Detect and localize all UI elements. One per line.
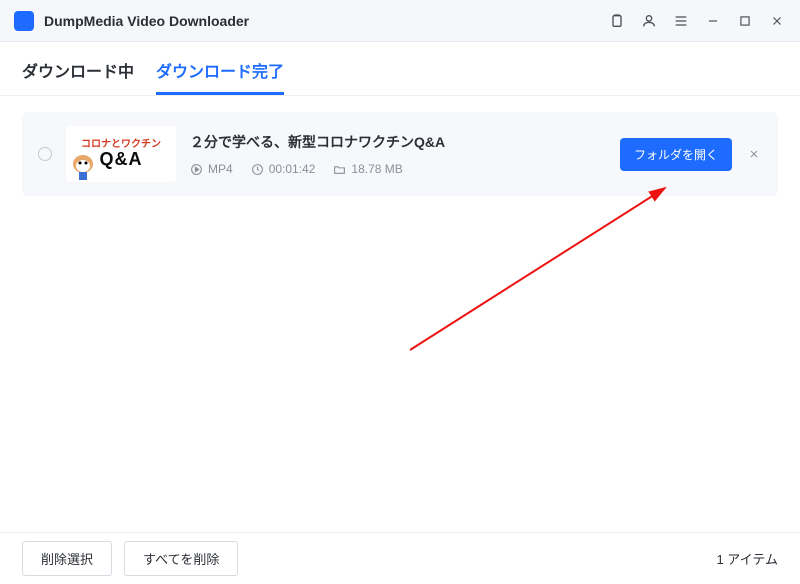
clipboard-icon[interactable]: [608, 12, 626, 30]
menu-icon[interactable]: [672, 12, 690, 30]
video-thumbnail: コロナとワクチン Q&A: [66, 126, 176, 182]
minimize-icon[interactable]: [704, 12, 722, 30]
meta-duration: 00:01:42: [251, 162, 316, 176]
meta-size: 18.78 MB: [333, 162, 402, 176]
delete-all-button[interactable]: すべてを削除: [124, 541, 238, 576]
list-area: コロナとワクチン Q&A ２分で学べる、新型コロナワクチンQ&A MP4 00:…: [0, 96, 800, 212]
titlebar: DumpMedia Video Downloader: [0, 0, 800, 42]
user-icon[interactable]: [640, 12, 658, 30]
close-icon[interactable]: [768, 12, 786, 30]
select-radio[interactable]: [38, 147, 52, 161]
item-info: ２分で学べる、新型コロナワクチンQ&A MP4 00:01:42 18.78 M…: [190, 132, 606, 176]
remove-item-icon[interactable]: [746, 146, 762, 162]
item-title: ２分で学べる、新型コロナワクチンQ&A: [190, 132, 606, 152]
tab-downloading[interactable]: ダウンロード中: [22, 58, 134, 95]
titlebar-actions: [608, 12, 786, 30]
item-count: 1 アイテム: [716, 549, 778, 568]
item-meta: MP4 00:01:42 18.78 MB: [190, 162, 606, 176]
footer: 削除選択 すべてを削除 1 アイテム: [0, 532, 800, 584]
folder-icon: [333, 163, 346, 176]
delete-selection-button[interactable]: 削除選択: [22, 541, 112, 576]
app-title: DumpMedia Video Downloader: [44, 13, 249, 29]
thumb-text-line1: コロナとワクチン: [81, 139, 161, 150]
app-logo: [14, 11, 34, 31]
tabs: ダウンロード中 ダウンロード完了: [0, 42, 800, 96]
play-circle-icon: [190, 163, 203, 176]
open-folder-button[interactable]: フォルダを開く: [620, 138, 732, 171]
clock-icon: [251, 163, 264, 176]
maximize-icon[interactable]: [736, 12, 754, 30]
meta-format: MP4: [190, 162, 233, 176]
download-item: コロナとワクチン Q&A ２分で学べる、新型コロナワクチンQ&A MP4 00:…: [22, 112, 778, 196]
tab-completed[interactable]: ダウンロード完了: [156, 58, 284, 95]
